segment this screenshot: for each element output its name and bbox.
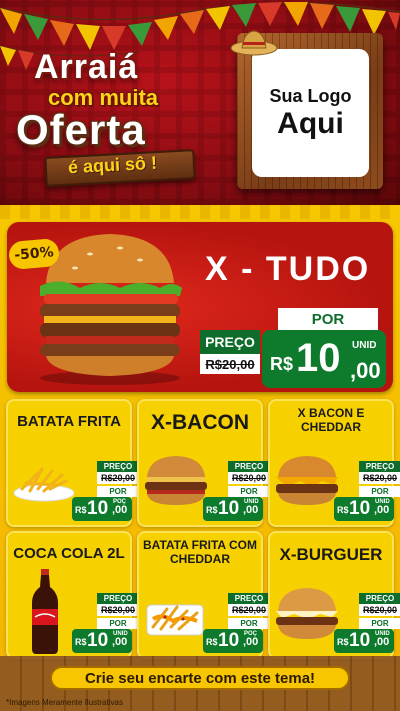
preco-label: PREÇO [359, 461, 400, 472]
title-arraia: Arraiá [34, 48, 139, 86]
price-integer: 10 [87, 630, 109, 651]
por-label: POR [228, 486, 270, 497]
price-tag: PREÇO R$20,00 POR R$ 10 ,00 UNID [203, 461, 270, 521]
price-tag: PREÇO R$20,00 POR R$ 10 ,00 POÇ [72, 461, 139, 521]
product-card-batata-cheddar[interactable]: BATATA FRITA COM CHEDDAR PREÇO R$20,00 P… [137, 531, 270, 659]
product-name: X-BACON [151, 411, 249, 434]
currency: R$ [337, 505, 349, 515]
price-decimal: ,00 [350, 358, 381, 383]
por-label: POR [359, 486, 400, 497]
featured-product-name: X - TUDO [205, 250, 371, 288]
burger-icon [276, 588, 338, 639]
price-decimal: ,00 [112, 504, 128, 516]
fries-plate-icon [13, 467, 75, 502]
currency: R$ [206, 637, 218, 647]
straw-hat-icon [230, 30, 278, 56]
bacon-burger-icon [145, 456, 207, 505]
old-price: R$20,00 [228, 604, 270, 616]
preco-label: PREÇO [228, 593, 270, 604]
currency: R$ [75, 505, 87, 515]
product-name: COCA COLA 2L [13, 545, 125, 562]
preco-label: PREÇO [200, 330, 260, 354]
title-oferta: Oferta [16, 106, 146, 153]
new-price: R$ 10 ,00 POÇ [72, 497, 132, 521]
por-label: POR [97, 618, 139, 629]
currency: R$ [270, 354, 294, 374]
old-price: R$20,00 [359, 472, 400, 484]
new-price: R$ 10 ,00 UNID [334, 629, 394, 653]
price-unit: UNID [375, 631, 390, 637]
por-label: POR [228, 618, 270, 629]
header-banner: Arraiá com muita Oferta é aqui sô ! Sua … [0, 0, 400, 205]
logo-line1: Sua Logo [269, 86, 352, 106]
price-tag: PREÇO R$20,00 POR R$ 10 ,00 UNID [334, 461, 400, 521]
product-card-x-bacon[interactable]: X-BACON PREÇO R$20,00 POR R$ 10 ,00 UNID [137, 399, 270, 527]
price-integer: 10 [87, 498, 109, 519]
new-price: R$ 10 ,00 UNID [203, 497, 263, 521]
price-integer: 10 [218, 630, 240, 651]
price-decimal: ,00 [112, 636, 128, 648]
cta-banner[interactable]: Crie seu encarte com este tema! [50, 666, 350, 690]
old-price: R$20,00 [97, 472, 139, 484]
product-name: X BACON E CHEDDAR [297, 406, 365, 434]
price-decimal: ,00 [374, 636, 390, 648]
price-decimal: ,00 [374, 504, 390, 516]
product-card-x-burguer[interactable]: X-BURGUER PREÇO R$20,00 POR R$ 10 ,00 UN… [268, 531, 400, 659]
price-integer: 10 [349, 498, 371, 519]
featured-price-tag: PREÇO R$20,00 POR R$ 10 ,00 UNID [200, 308, 390, 390]
por-label: POR [278, 308, 378, 330]
price-tag: PREÇO R$20,00 POR R$ 10 ,00 UNID [72, 593, 139, 653]
price-unit: UNID [113, 631, 128, 637]
disclaimer: *Imagens Meramente Ilustrativas [6, 698, 123, 707]
soda-bottle-icon [32, 569, 58, 654]
price-tag: PREÇO R$20,00 POR R$ 10 ,00 UNID [334, 593, 400, 653]
price-unit: POÇ [244, 631, 258, 637]
por-label: POR [97, 486, 139, 497]
price-integer: 10 [296, 336, 341, 380]
product-name: BATATA FRITA COM CHEDDAR [143, 538, 257, 566]
price-integer: 10 [218, 498, 240, 519]
old-price: R$20,00 [200, 354, 260, 374]
price-decimal: ,00 [243, 636, 259, 648]
title-block: Arraiá com muita Oferta é aqui sô ! [10, 40, 225, 190]
new-price: R$ 10 ,00 UNID [262, 330, 386, 388]
product-name: BATATA FRITA [17, 413, 121, 430]
old-price: R$20,00 [228, 472, 270, 484]
preco-label: PREÇO [228, 461, 270, 472]
old-price: R$20,00 [359, 604, 400, 616]
logo-line2: Aqui [277, 107, 344, 140]
product-card-coca-cola[interactable]: COCA COLA 2L PREÇO R$20,00 POR R$ 10 ,00… [6, 531, 139, 659]
preco-label: PREÇO [359, 593, 400, 604]
preco-label: PREÇO [97, 461, 139, 472]
price-unit: UNID [244, 499, 259, 505]
currency: R$ [75, 637, 87, 647]
new-price: R$ 10 ,00 UNID [72, 629, 132, 653]
preco-label: PREÇO [97, 593, 139, 604]
old-price: R$20,00 [97, 604, 139, 616]
cheddar-fries-icon [146, 604, 204, 636]
logo-wood-frame: Sua Logo Aqui [237, 33, 383, 189]
price-integer: 10 [349, 630, 371, 651]
price-tag: PREÇO R$20,00 POR R$ 10 ,00 POÇ [203, 593, 270, 653]
price-unit: UNID [375, 499, 390, 505]
product-card-batata-frita[interactable]: BATATA FRITA PREÇO R$20,00 POR R$ 10 ,00… [6, 399, 139, 527]
new-price: R$ 10 ,00 POÇ [203, 629, 263, 653]
price-unit: POÇ [113, 499, 127, 505]
cheddar-burger-icon [276, 456, 338, 505]
product-card-x-bacon-cheddar[interactable]: X BACON E CHEDDAR PREÇO R$20,00 POR R$ 1… [268, 399, 400, 527]
price-unit: UNID [352, 340, 377, 351]
por-label: POR [359, 618, 400, 629]
product-name: X-BURGUER [279, 545, 383, 564]
currency: R$ [337, 637, 349, 647]
currency: R$ [206, 505, 218, 515]
new-price: R$ 10 ,00 UNID [334, 497, 394, 521]
logo-placeholder[interactable]: Sua Logo Aqui [252, 49, 369, 177]
price-decimal: ,00 [243, 504, 259, 516]
